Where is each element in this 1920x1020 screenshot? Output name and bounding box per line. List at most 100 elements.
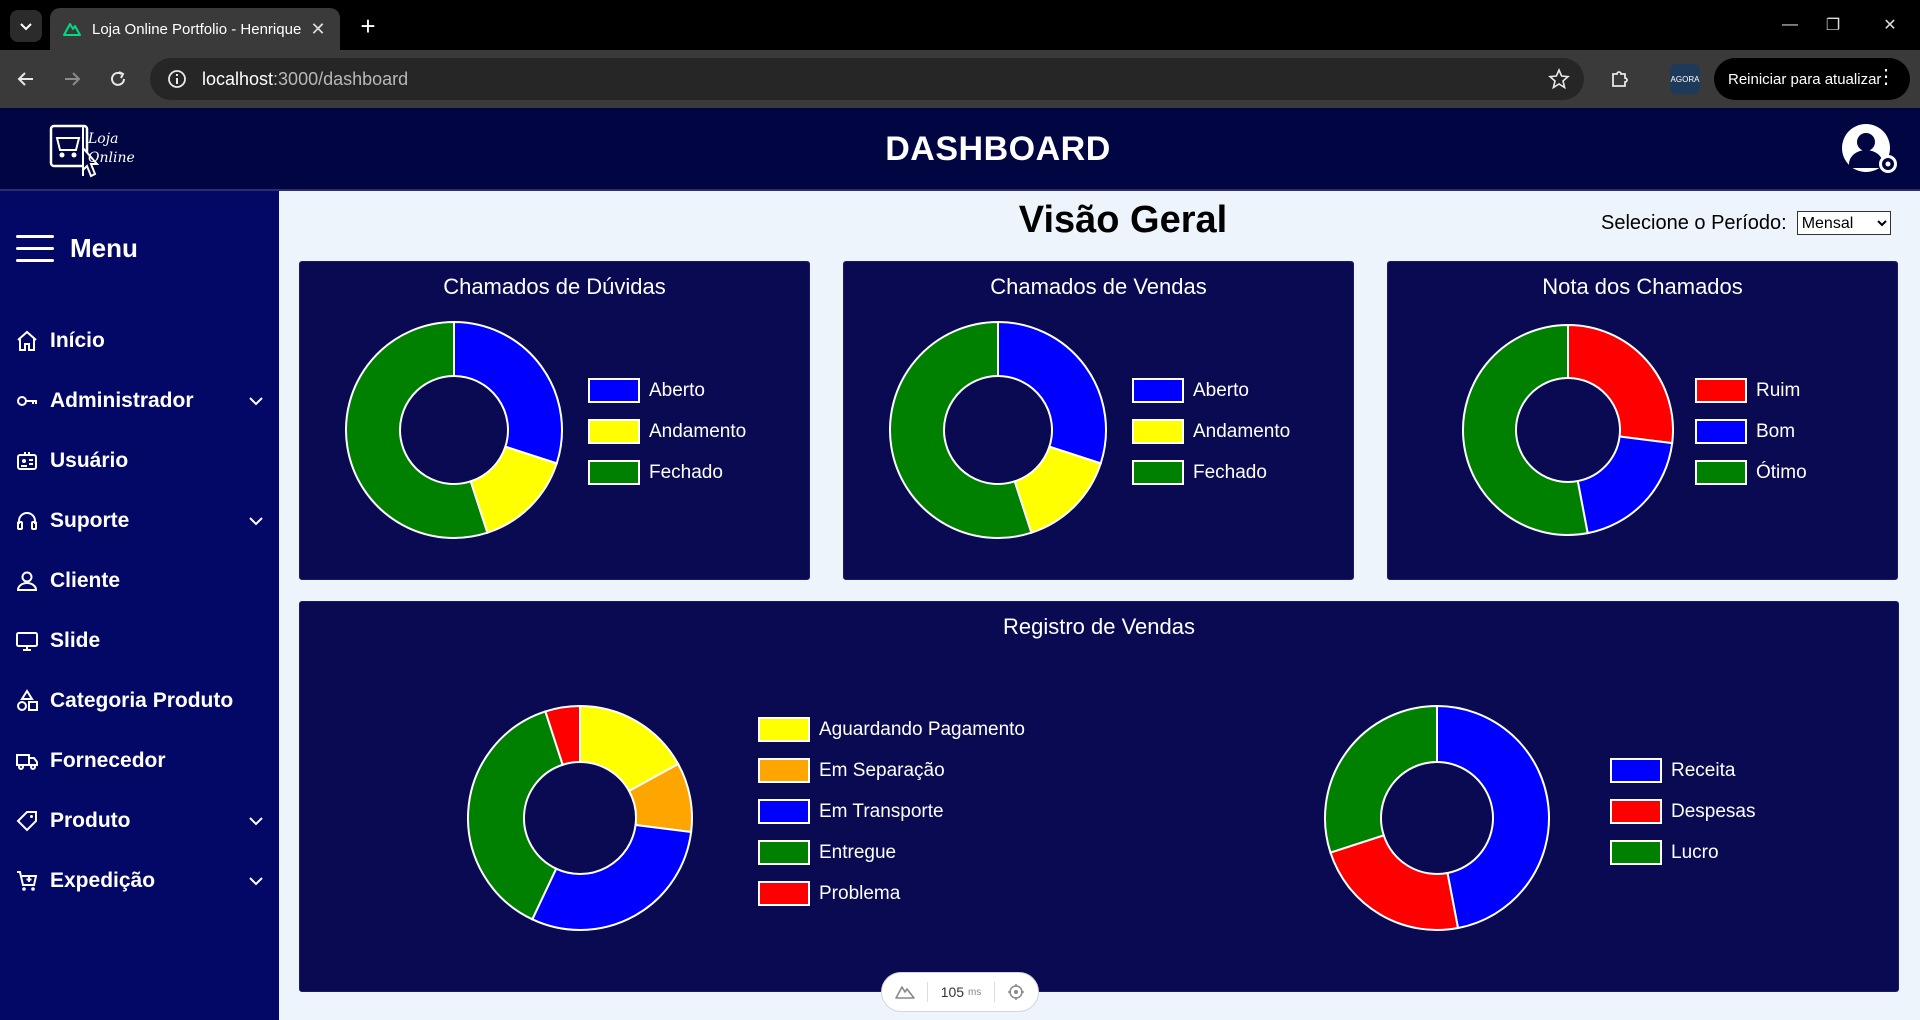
browser-profile-avatar[interactable]: AGORA: [1670, 64, 1700, 94]
window-close-icon[interactable]: ✕: [1870, 10, 1910, 40]
chart-title: Chamados de Vendas: [990, 274, 1207, 299]
nuxt-devtools-pill[interactable]: 105 ms: [881, 972, 1039, 1012]
chart-card-registro-vendas: Registro de Vendas Aguardando Pagamento …: [299, 601, 1899, 992]
monitor-icon: [14, 628, 40, 654]
key-icon: [14, 388, 40, 414]
forward-arrow-icon[interactable]: [56, 63, 88, 95]
chart-legend-financeiro: Receita Despesas Lucro: [1610, 750, 1756, 873]
chart-title: Registro de Vendas: [1002, 614, 1196, 639]
main-content: Visão Geral Selecione o Período: Mensal …: [279, 191, 1920, 1020]
browser-tab-bar: Loja Online Portfolio - Henrique ✕ + — ❐…: [0, 0, 1920, 50]
chart-card-nota-chamados: Nota dos Chamados Ruim Bom Ótimo: [1387, 261, 1898, 580]
nuxt-favicon-icon: [63, 23, 81, 36]
donut-slice-ótimo[interactable]: [1462, 323, 1589, 536]
legend-item: Bom: [1695, 411, 1807, 452]
url-host: localhost: [202, 68, 274, 89]
sidebar-item-administrador[interactable]: Administrador: [14, 381, 266, 421]
donut-chart-vendas: [889, 320, 1107, 539]
more-menu-icon[interactable]: ⋮: [1876, 67, 1896, 87]
site-info-icon[interactable]: [166, 68, 188, 90]
back-arrow-icon[interactable]: [10, 63, 42, 95]
donut-slice-lucro[interactable]: [1324, 704, 1438, 854]
chevron-down-icon[interactable]: [246, 511, 266, 531]
user-settings-icon[interactable]: [1838, 118, 1902, 182]
tab-close-icon[interactable]: ✕: [308, 19, 328, 40]
legend-item: Em Separação: [758, 750, 1025, 791]
donut-slice-bom[interactable]: [1576, 435, 1674, 535]
sidebar-item-inicio[interactable]: Início: [14, 321, 266, 361]
menu-toggle[interactable]: Menu: [16, 233, 138, 264]
period-select[interactable]: Mensal: [1796, 211, 1891, 235]
donut-slice-aberto[interactable]: [997, 320, 1107, 465]
page-header-title: DASHBOARD: [885, 130, 1111, 168]
chart-legend-status: Aguardando Pagamento Em Separação Em Tra…: [758, 709, 1025, 914]
legend-item: Entregue: [758, 832, 1025, 873]
chart-legend: Aberto Andamento Fechado: [588, 370, 746, 493]
legend-item: Aberto: [1132, 370, 1290, 411]
extensions-puzzle-icon[interactable]: [1604, 63, 1636, 95]
sidebar-item-slide[interactable]: Slide: [14, 621, 266, 661]
legend-item: Receita: [1610, 750, 1756, 791]
truck-icon: [14, 748, 40, 774]
restore-icon[interactable]: ❐: [1813, 10, 1853, 40]
new-tab-button[interactable]: +: [352, 10, 384, 42]
chevron-down-icon[interactable]: [246, 391, 266, 411]
sidebar-item-cliente[interactable]: Cliente: [14, 561, 266, 601]
render-timing: 105 ms: [940, 984, 982, 1000]
donut-slice-despesas[interactable]: [1329, 834, 1460, 931]
donut-chart-nota: [1462, 323, 1674, 536]
legend-item: Andamento: [1132, 411, 1290, 452]
donut-chart-status-vendas: [467, 704, 693, 931]
chart-card-chamados-vendas: Chamados de Vendas Aberto Andamento Fech…: [843, 261, 1354, 580]
browser-tab[interactable]: Loja Online Portfolio - Henrique ✕: [50, 8, 340, 50]
legend-item: Aguardando Pagamento: [758, 709, 1025, 750]
chevron-down-icon: [20, 23, 32, 31]
chart-legend: Ruim Bom Ótimo: [1695, 370, 1807, 493]
restart-to-update-button[interactable]: Reiniciar para atualizar ⋮: [1714, 58, 1910, 100]
chart-legend: Aberto Andamento Fechado: [1132, 370, 1290, 493]
sidebar-item-categoria-produto[interactable]: Categoria Produto: [14, 681, 266, 721]
chart-title: Chamados de Dúvidas: [443, 274, 666, 299]
chart-card-chamados-duvidas: Chamados de Dúvidas Aberto Andamento Fec…: [299, 261, 810, 580]
donut-chart-financeiro: [1324, 704, 1550, 931]
sidebar-item-fornecedor[interactable]: Fornecedor: [14, 741, 266, 781]
chart-title: Nota dos Chamados: [1542, 274, 1743, 299]
donut-slice-aberto[interactable]: [453, 320, 563, 465]
donut-slice-em-transporte[interactable]: [530, 823, 693, 931]
period-selector: Selecione o Período: Mensal: [1601, 211, 1891, 235]
sidebar-item-suporte[interactable]: Suporte: [14, 501, 266, 541]
sidebar-item-produto[interactable]: Produto: [14, 801, 266, 841]
legend-item: Em Transporte: [758, 791, 1025, 832]
address-bar[interactable]: localhost:3000/dashboard: [150, 58, 1584, 100]
legend-item: Fechado: [1132, 452, 1290, 493]
hamburger-icon[interactable]: [16, 234, 54, 263]
legend-item: Despesas: [1610, 791, 1756, 832]
legend-item: Ótimo: [1695, 452, 1807, 493]
donut-chart-duvidas: [345, 320, 563, 539]
sidebar-item-expedicao[interactable]: Expedição: [14, 861, 266, 901]
sidebar: Menu Início Administrador Usuário Suport…: [0, 191, 279, 1020]
person-icon: [14, 568, 40, 594]
minimize-icon[interactable]: —: [1770, 10, 1810, 40]
bookmark-star-icon[interactable]: [1548, 68, 1570, 90]
inspect-target-icon[interactable]: [995, 973, 1038, 1011]
legend-item: Aberto: [588, 370, 746, 411]
browser-toolbar: localhost:3000/dashboard AGORA Reiniciar…: [0, 50, 1920, 108]
legend-item: Problema: [758, 873, 1025, 914]
donut-slice-receita[interactable]: [1436, 704, 1550, 930]
headset-icon: [14, 508, 40, 534]
reload-icon[interactable]: [102, 63, 134, 95]
chevron-down-icon[interactable]: [246, 811, 266, 831]
nuxt-logo-icon[interactable]: [882, 973, 927, 1011]
legend-item: Ruim: [1695, 370, 1807, 411]
donut-slice-ruim[interactable]: [1567, 323, 1674, 445]
app-header: Loja Online DASHBOARD: [0, 108, 1920, 191]
period-label: Selecione o Período:: [1601, 211, 1787, 234]
tab-title: Loja Online Portfolio - Henrique: [92, 20, 302, 38]
chevron-down-icon[interactable]: [246, 871, 266, 891]
cart-icon: [14, 868, 40, 894]
sidebar-item-usuario[interactable]: Usuário: [14, 441, 266, 481]
home-icon: [14, 328, 40, 354]
tab-search-button[interactable]: [10, 10, 42, 42]
legend-item: Lucro: [1610, 832, 1756, 873]
